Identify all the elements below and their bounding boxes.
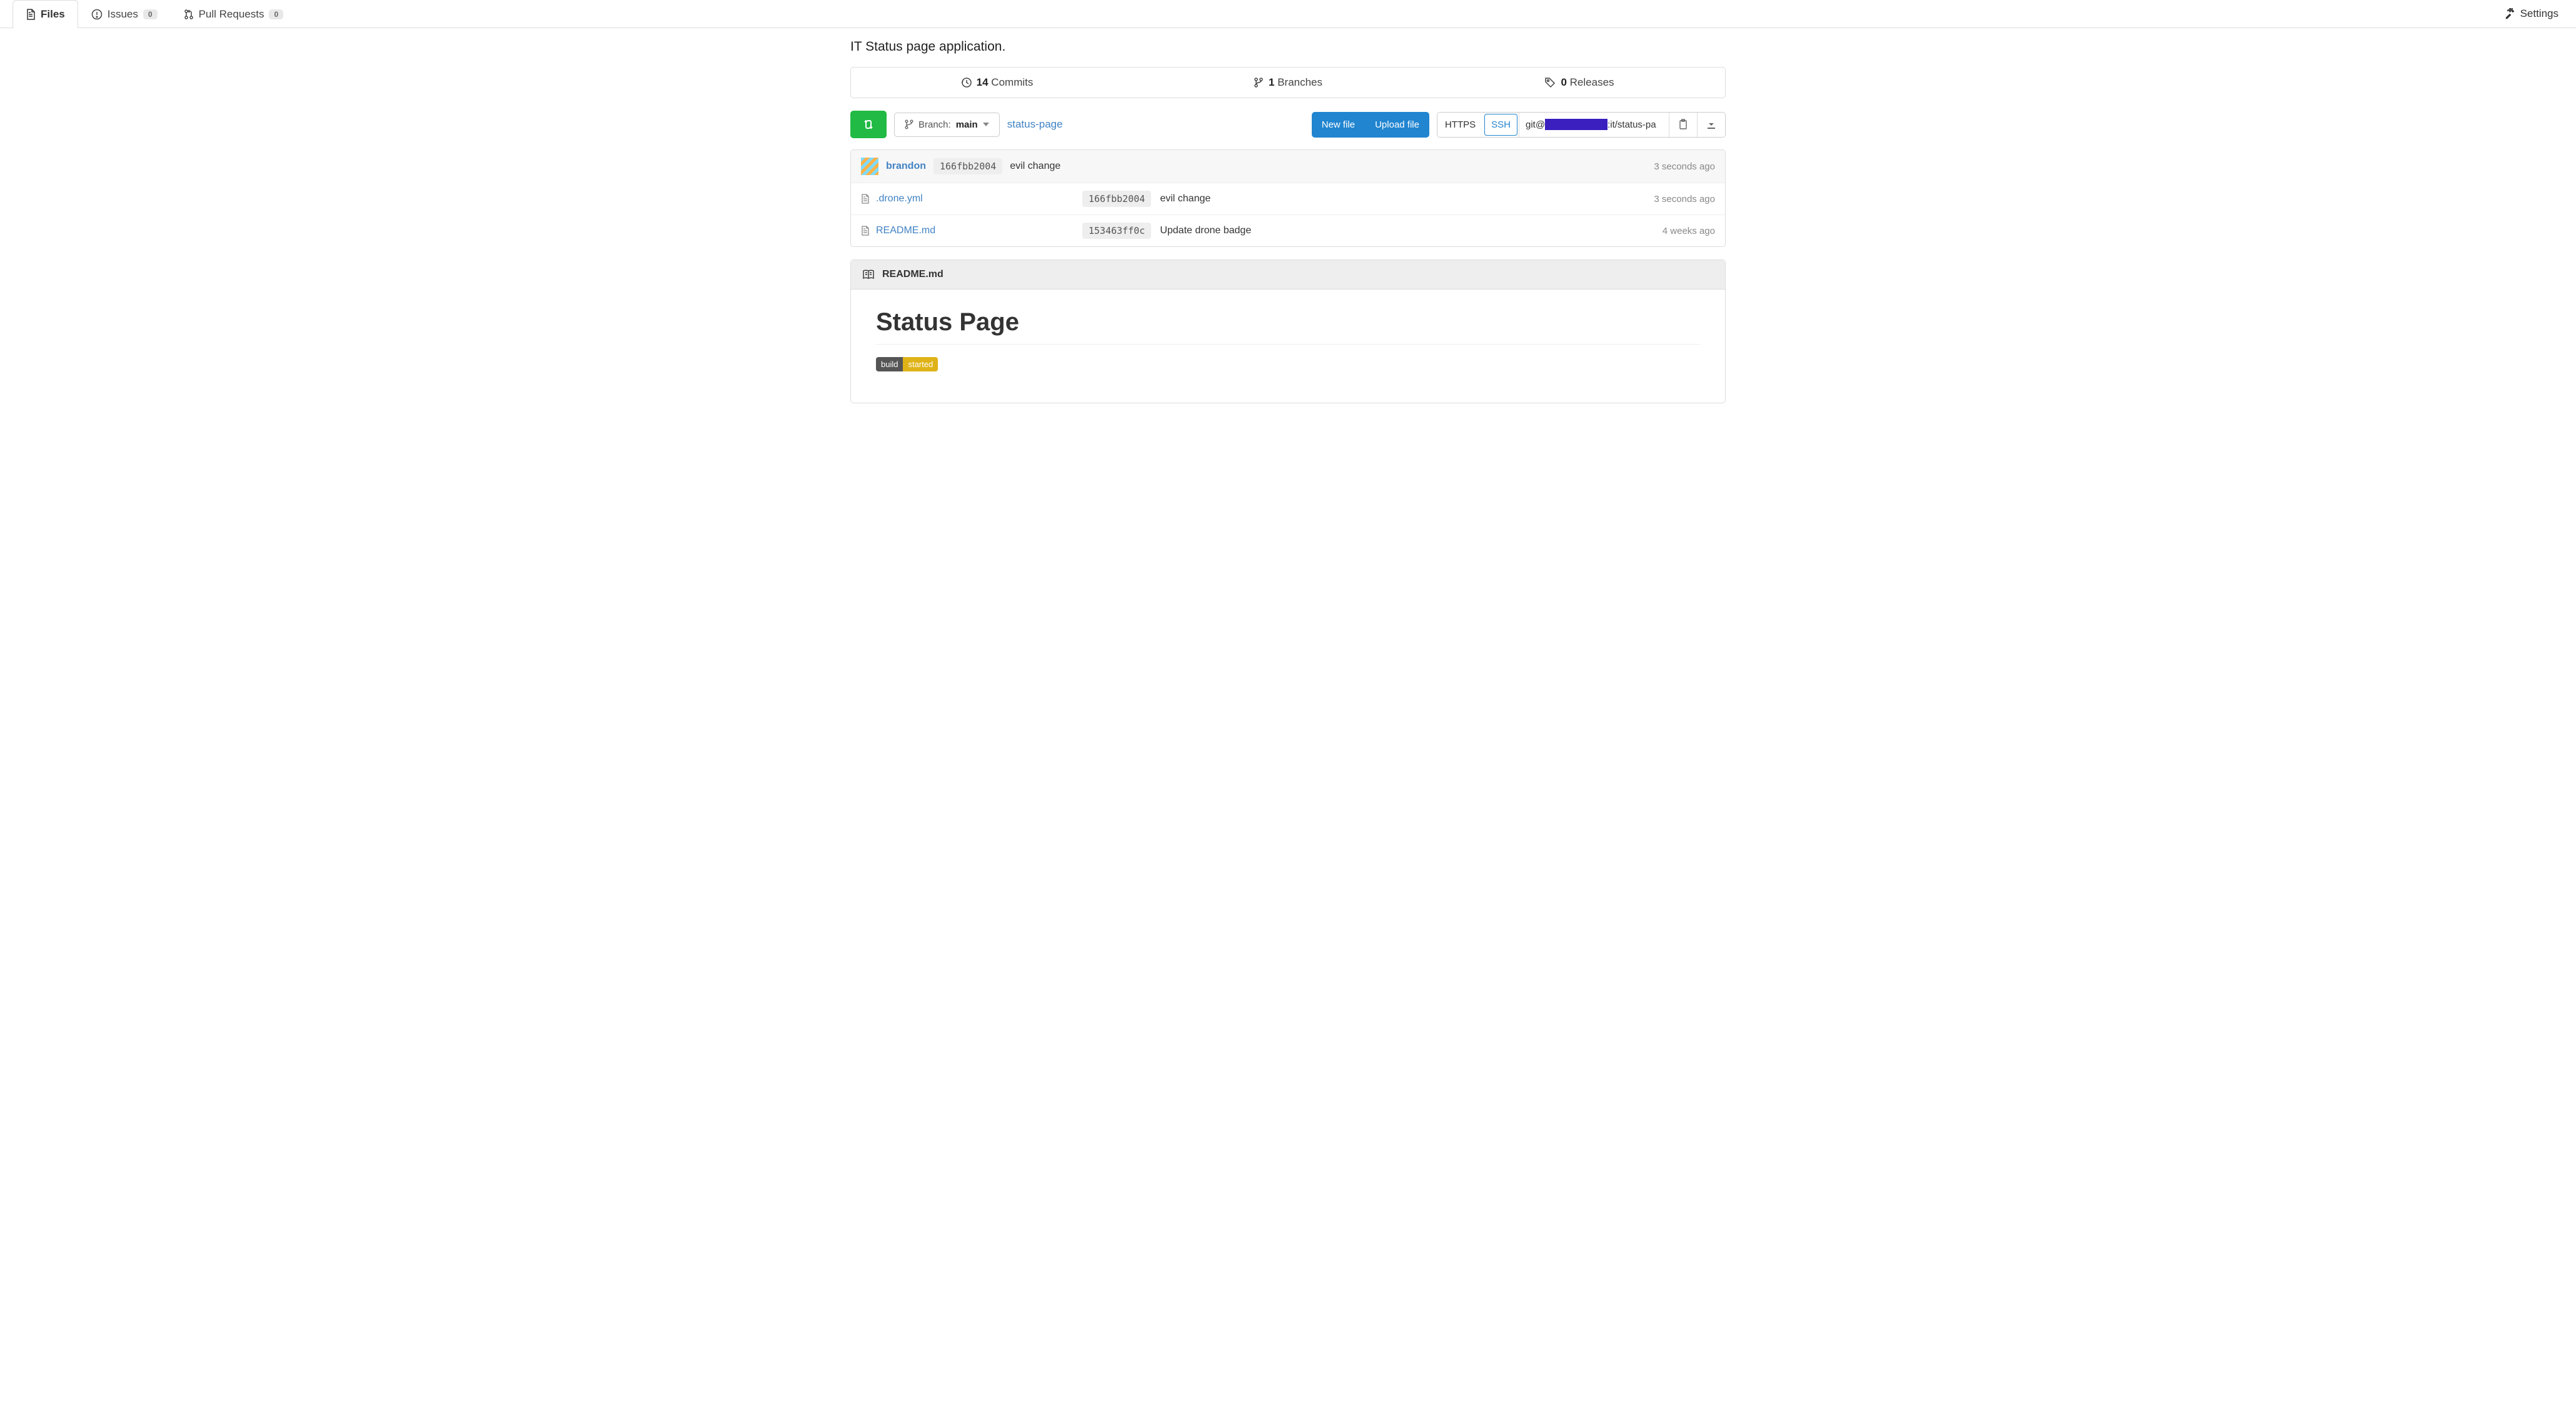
branch-icon (1254, 77, 1264, 88)
stat-releases[interactable]: 0 Releases (1434, 68, 1725, 98)
upload-file-button[interactable]: Upload file (1365, 112, 1429, 138)
readme-panel: README.md Status Page build started (850, 260, 1726, 403)
stat-commits[interactable]: 14 Commits (851, 68, 1142, 98)
compare-button[interactable] (850, 111, 887, 138)
tab-issues[interactable]: Issues 0 (78, 0, 171, 28)
pull-request-icon (184, 9, 194, 20)
branch-icon (905, 119, 913, 129)
readme-filename: README.md (882, 269, 943, 280)
file-link[interactable]: README.md (876, 225, 935, 236)
tag-icon (1544, 77, 1556, 88)
history-icon (960, 77, 972, 88)
file-commit-message[interactable]: Update drone badge (1160, 225, 1251, 236)
download-icon (1706, 119, 1716, 129)
file-row: README.md 153463ff0c Update drone badge … (851, 215, 1725, 246)
avatar[interactable] (861, 158, 878, 175)
commit-author-link[interactable]: brandon (886, 161, 926, 172)
tab-issues-label: Issues (108, 8, 138, 21)
badge-label: build (876, 357, 903, 371)
commit-message: evil change (1010, 161, 1060, 172)
pulls-count-badge: 0 (269, 9, 283, 19)
tab-pulls-label: Pull Requests (199, 8, 264, 21)
file-icon (861, 226, 870, 236)
download-button[interactable] (1697, 113, 1725, 137)
issues-count-badge: 0 (143, 9, 158, 19)
stats-bar: 14 Commits 1 Branches 0 Releases (850, 67, 1726, 98)
copy-url-button[interactable] (1669, 113, 1697, 137)
tab-files-label: Files (41, 8, 65, 21)
branch-name: main (956, 119, 978, 130)
file-icon (861, 194, 870, 204)
file-row: .drone.yml 166fbb2004 evil change 3 seco… (851, 183, 1725, 215)
file-commit-time: 3 seconds ago (1654, 194, 1715, 204)
badge-value: started (903, 357, 938, 371)
file-commit-sha[interactable]: 153463ff0c (1082, 223, 1151, 239)
commit-time: 3 seconds ago (1654, 161, 1715, 172)
build-badge[interactable]: build started (876, 357, 938, 371)
commit-sha[interactable]: 166fbb2004 (933, 158, 1002, 174)
clipboard-icon (1678, 119, 1688, 130)
new-file-button[interactable]: New file (1312, 112, 1365, 138)
tools-icon (2504, 8, 2515, 19)
latest-commit-row: brandon 166fbb2004 evil change 3 seconds… (851, 150, 1725, 183)
tab-pulls[interactable]: Pull Requests 0 (171, 0, 297, 28)
branch-prefix: Branch: (918, 119, 951, 130)
issue-icon (91, 9, 103, 20)
breadcrumb-repo[interactable]: status-page (1007, 118, 1063, 131)
proto-https-button[interactable]: HTTPS (1437, 113, 1483, 137)
file-list: brandon 166fbb2004 evil change 3 seconds… (850, 149, 1726, 247)
file-commit-message[interactable]: evil change (1160, 193, 1210, 204)
proto-ssh-button[interactable]: SSH (1484, 114, 1517, 136)
book-icon (862, 270, 875, 280)
file-commit-sha[interactable]: 166fbb2004 (1082, 191, 1151, 207)
redacted-host (1545, 119, 1607, 130)
clone-url-input[interactable]: git@:it/status-pa (1519, 113, 1669, 137)
readme-title: Status Page (876, 308, 1700, 345)
file-commit-time: 4 weeks ago (1663, 226, 1715, 236)
tab-files[interactable]: Files (13, 0, 78, 28)
branch-dropdown[interactable]: Branch: main (894, 113, 1000, 137)
settings-label: Settings (2520, 8, 2558, 20)
readme-body: Status Page build started (851, 290, 1725, 403)
readme-header: README.md (851, 260, 1725, 290)
compare-icon (863, 118, 874, 131)
stat-branches[interactable]: 1 Branches (1142, 68, 1434, 98)
settings-link[interactable]: Settings (2499, 0, 2563, 28)
repo-description: IT Status page application. (850, 28, 1726, 67)
chevron-down-icon (983, 123, 989, 126)
file-icon (26, 9, 36, 20)
file-link[interactable]: .drone.yml (876, 193, 923, 204)
